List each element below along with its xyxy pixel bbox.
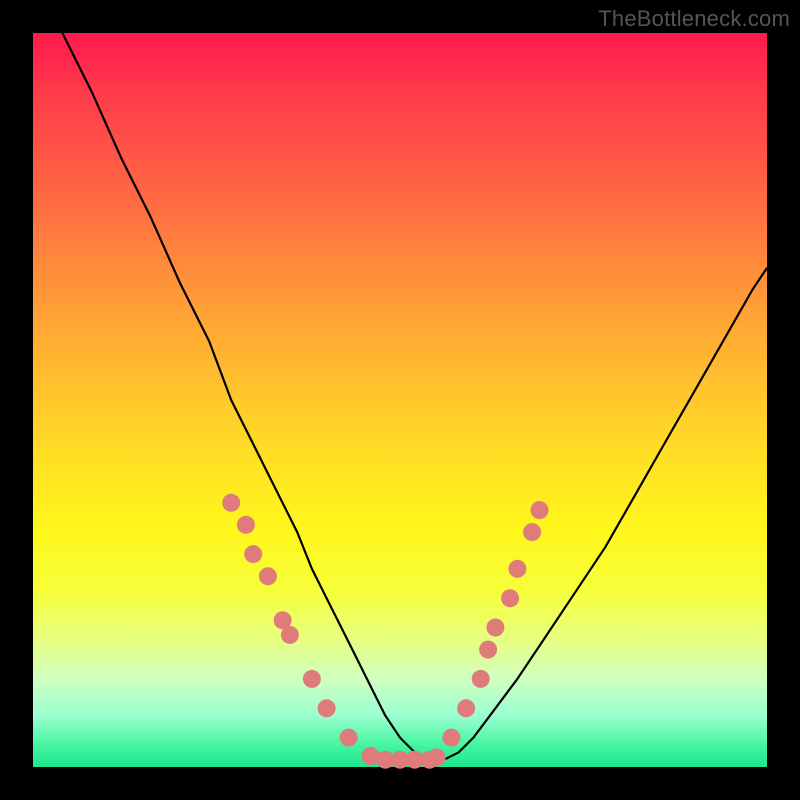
- marker-dot: [281, 626, 299, 644]
- marker-dot: [501, 589, 519, 607]
- chart-svg: [33, 33, 767, 767]
- marker-dot: [442, 729, 460, 747]
- watermark-text: TheBottleneck.com: [598, 6, 790, 32]
- marker-dot: [486, 619, 504, 637]
- marker-dot: [508, 560, 526, 578]
- marker-dot: [457, 699, 475, 717]
- marker-group: [222, 494, 548, 769]
- marker-dot: [479, 641, 497, 659]
- marker-dot: [531, 501, 549, 519]
- marker-dot: [428, 749, 446, 767]
- marker-dot: [340, 729, 358, 747]
- marker-dot: [259, 567, 277, 585]
- marker-dot: [244, 545, 262, 563]
- marker-dot: [523, 523, 541, 541]
- bottleneck-curve: [62, 33, 767, 760]
- marker-dot: [318, 699, 336, 717]
- marker-dot: [472, 670, 490, 688]
- chart-frame: TheBottleneck.com: [0, 0, 800, 800]
- marker-dot: [237, 516, 255, 534]
- marker-dot: [303, 670, 321, 688]
- marker-dot: [222, 494, 240, 512]
- plot-area: [33, 33, 767, 767]
